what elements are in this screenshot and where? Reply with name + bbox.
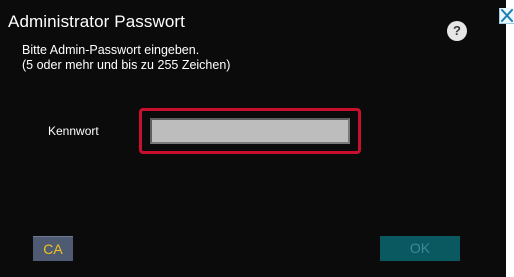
clear-all-button[interactable]: CA [33,236,73,261]
admin-password-dialog: Administrator Passwort ? Bitte Admin-Pas… [0,0,506,277]
dialog-title: Administrator Passwort [8,12,185,31]
password-label: Kennwort [48,124,99,138]
password-input[interactable] [150,118,350,144]
dialog-description: Bitte Admin-Passwort eingeben. (5 oder m… [22,43,231,72]
ok-button[interactable]: OK [380,236,460,261]
close-icon [501,9,513,22]
help-icon[interactable]: ? [447,21,467,41]
close-button[interactable] [499,8,514,24]
